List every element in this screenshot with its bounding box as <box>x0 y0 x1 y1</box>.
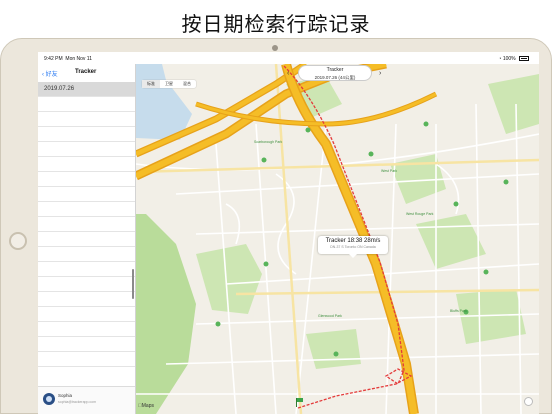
empty-list-row <box>38 337 135 352</box>
empty-list-row <box>38 187 135 202</box>
scroll-indicator[interactable] <box>132 269 134 299</box>
map-view[interactable]: Scarborough Park West Park West Rouge Park… <box>136 64 539 414</box>
sidebar-title: Tracker <box>75 69 97 75</box>
status-right: ◔ 100% <box>498 56 529 62</box>
empty-list-row <box>38 292 135 307</box>
empty-list-row <box>38 307 135 322</box>
empty-list-row <box>38 277 135 292</box>
empty-list-row <box>38 112 135 127</box>
page-caption: 按日期检索行踪记录 <box>181 12 371 36</box>
empty-list-row <box>38 232 135 247</box>
prev-day-button[interactable]: ‹ <box>287 70 289 77</box>
position-callout[interactable]: Tracker 18:38 28m/s DN-37 S Toronto ON C… <box>318 236 388 258</box>
wifi-icon: ◔ <box>498 56 502 62</box>
empty-list-row <box>38 157 135 172</box>
empty-list-row <box>38 142 135 157</box>
status-bar: 9:42 PM Mon Nov 11 ◔ 100% <box>38 52 539 64</box>
callout-title: Tracker 18:38 28m/s <box>325 238 381 244</box>
map-place-label: Scarborough Park <box>254 140 283 144</box>
empty-list-row <box>38 247 135 262</box>
list-item[interactable]: 2019.07.26 <box>38 82 135 97</box>
status-time: 9:42 PM Mon Nov 11 <box>44 56 92 62</box>
battery-percent: 100% <box>502 56 516 62</box>
callout-address: DN-37 S Toronto ON Canada <box>330 245 376 249</box>
camera-icon <box>272 45 278 51</box>
user-footer[interactable]: Sophia sophia@trackerapp.com <box>38 386 135 414</box>
empty-list-row <box>38 217 135 232</box>
map-type-option[interactable]: 混合 <box>178 80 196 88</box>
map-place-label: Bluffs Park <box>450 309 467 313</box>
map-type-option[interactable]: 卫星 <box>160 80 178 88</box>
compass-icon[interactable] <box>524 397 533 406</box>
user-name: Sophia <box>58 393 73 398</box>
map-subtitle: 2019.07.26 (44公里) <box>314 75 356 80</box>
avatar <box>43 393 55 405</box>
battery-icon <box>519 56 529 62</box>
home-button[interactable] <box>9 232 27 250</box>
empty-list-row <box>38 202 135 217</box>
list-item-label: 2019.07.26 <box>44 86 75 92</box>
map-place-label: West Park <box>381 169 398 173</box>
next-day-button[interactable]: › <box>379 70 381 77</box>
maps-attribution: Maps <box>138 403 154 409</box>
empty-list-row <box>38 262 135 277</box>
empty-list-row <box>38 352 135 367</box>
user-email: sophia@trackerapp.com <box>58 400 96 404</box>
empty-list-row <box>38 322 135 337</box>
sidebar: ‹ 好友 Tracker 2019.07.26 Sophia sophia@tr… <box>38 64 136 414</box>
sidebar-navbar: ‹ 好友 Tracker <box>38 64 135 82</box>
map-place-label: West Rouge Park <box>406 212 434 216</box>
map-type-segmented-control: 标准 卫星 混合 <box>142 80 196 88</box>
map-title: Tracker <box>326 67 344 73</box>
back-button[interactable]: ‹ 好友 <box>42 69 58 78</box>
map-title-pill: Tracker 2019.07.26 (44公里) <box>298 65 372 81</box>
empty-list-row <box>38 172 135 187</box>
device-screen: 9:42 PM Mon Nov 11 ◔ 100% ‹ 好友 Tracker 2… <box>38 52 539 414</box>
empty-list-row <box>38 127 135 142</box>
empty-list-row <box>38 97 135 112</box>
map-type-option[interactable]: 标准 <box>142 80 160 88</box>
map-place-label: Glenwood Park <box>318 314 342 318</box>
